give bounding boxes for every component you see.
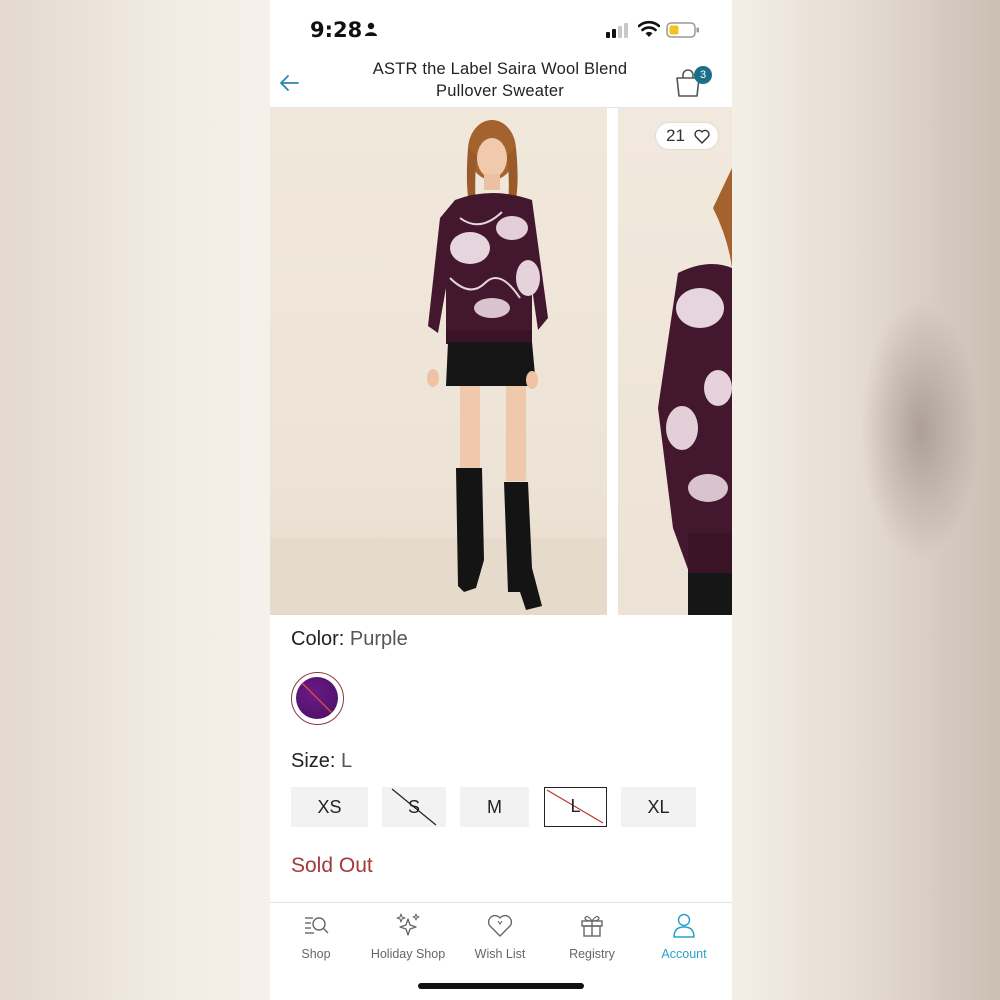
sparkles-icon bbox=[396, 913, 420, 936]
size-option-label: XS bbox=[317, 797, 342, 817]
page-title-line-2: Pullover Sweater bbox=[436, 82, 564, 100]
home-indicator[interactable] bbox=[418, 983, 584, 989]
size-label-text: Size: bbox=[291, 750, 336, 772]
size-option-l[interactable]: L bbox=[544, 787, 607, 827]
tab-label: Wish List bbox=[474, 947, 526, 961]
tab-shop[interactable]: Shop bbox=[270, 911, 362, 971]
gift-icon bbox=[581, 915, 603, 937]
product-gallery[interactable]: 21 bbox=[270, 108, 732, 615]
sold-out-status: Sold Out bbox=[291, 854, 373, 877]
size-option-xl[interactable]: XL bbox=[621, 787, 696, 827]
shop-search-icon bbox=[305, 917, 329, 934]
size-option-label: M bbox=[487, 797, 502, 817]
phone-screen: 9:28 ASTR the Label Saira Wool Blend Pul… bbox=[270, 0, 732, 1000]
person-icon bbox=[365, 22, 377, 36]
size-option-m[interactable]: M bbox=[460, 787, 529, 827]
tab-label: Account bbox=[661, 947, 707, 961]
cart-count-badge: 3 bbox=[694, 66, 712, 84]
battery-icon bbox=[666, 22, 699, 38]
cellular-signal-icon bbox=[606, 23, 628, 38]
page-title: ASTR the Label Saira Wool Blend Pullover… bbox=[350, 58, 650, 102]
size-value: L bbox=[341, 750, 353, 772]
color-label-text: Color: bbox=[291, 628, 345, 650]
tab-account[interactable]: Account bbox=[638, 911, 730, 971]
status-time: 9:28 bbox=[310, 18, 363, 42]
sleeve-detail-illustration bbox=[658, 168, 732, 615]
back-arrow-icon[interactable] bbox=[278, 72, 300, 94]
size-option-label: S bbox=[407, 797, 420, 817]
unavailable-slash-icon bbox=[299, 680, 335, 716]
heart-icon bbox=[487, 914, 513, 937]
background-blur-right bbox=[732, 0, 1000, 1000]
size-label: Size: L bbox=[291, 750, 352, 773]
page-title-line-1: ASTR the Label Saira Wool Blend bbox=[372, 60, 628, 78]
size-option-s[interactable]: S bbox=[382, 787, 446, 827]
tab-holiday-shop[interactable]: Holiday Shop bbox=[362, 911, 454, 971]
size-option-label: XL bbox=[647, 797, 670, 817]
product-photo-main[interactable] bbox=[270, 108, 607, 615]
heart-outline-icon bbox=[694, 129, 710, 144]
person-icon bbox=[673, 913, 695, 938]
status-bar: 9:28 bbox=[270, 0, 732, 58]
size-option-label: L bbox=[570, 796, 581, 816]
tab-label: Shop bbox=[301, 947, 331, 961]
background-blur-left bbox=[0, 0, 270, 1000]
tab-label: Registry bbox=[569, 947, 615, 961]
favorite-count-button[interactable]: 21 bbox=[656, 123, 718, 149]
wifi-icon bbox=[638, 20, 660, 37]
tab-wish-list[interactable]: Wish List bbox=[454, 911, 546, 971]
color-value: Purple bbox=[349, 628, 408, 650]
model-illustration bbox=[270, 120, 607, 615]
favorite-count: 21 bbox=[666, 126, 685, 145]
size-option-xs[interactable]: XS bbox=[291, 787, 368, 827]
tab-label: Holiday Shop bbox=[370, 947, 446, 961]
product-photo-secondary[interactable] bbox=[618, 108, 732, 615]
color-swatch-purple[interactable] bbox=[291, 672, 344, 725]
tab-registry[interactable]: Registry bbox=[546, 911, 638, 971]
color-label: Color: Purple bbox=[291, 628, 408, 651]
color-swatch-fill bbox=[296, 677, 338, 719]
product-header: ASTR the Label Saira Wool Blend Pullover… bbox=[270, 58, 732, 108]
